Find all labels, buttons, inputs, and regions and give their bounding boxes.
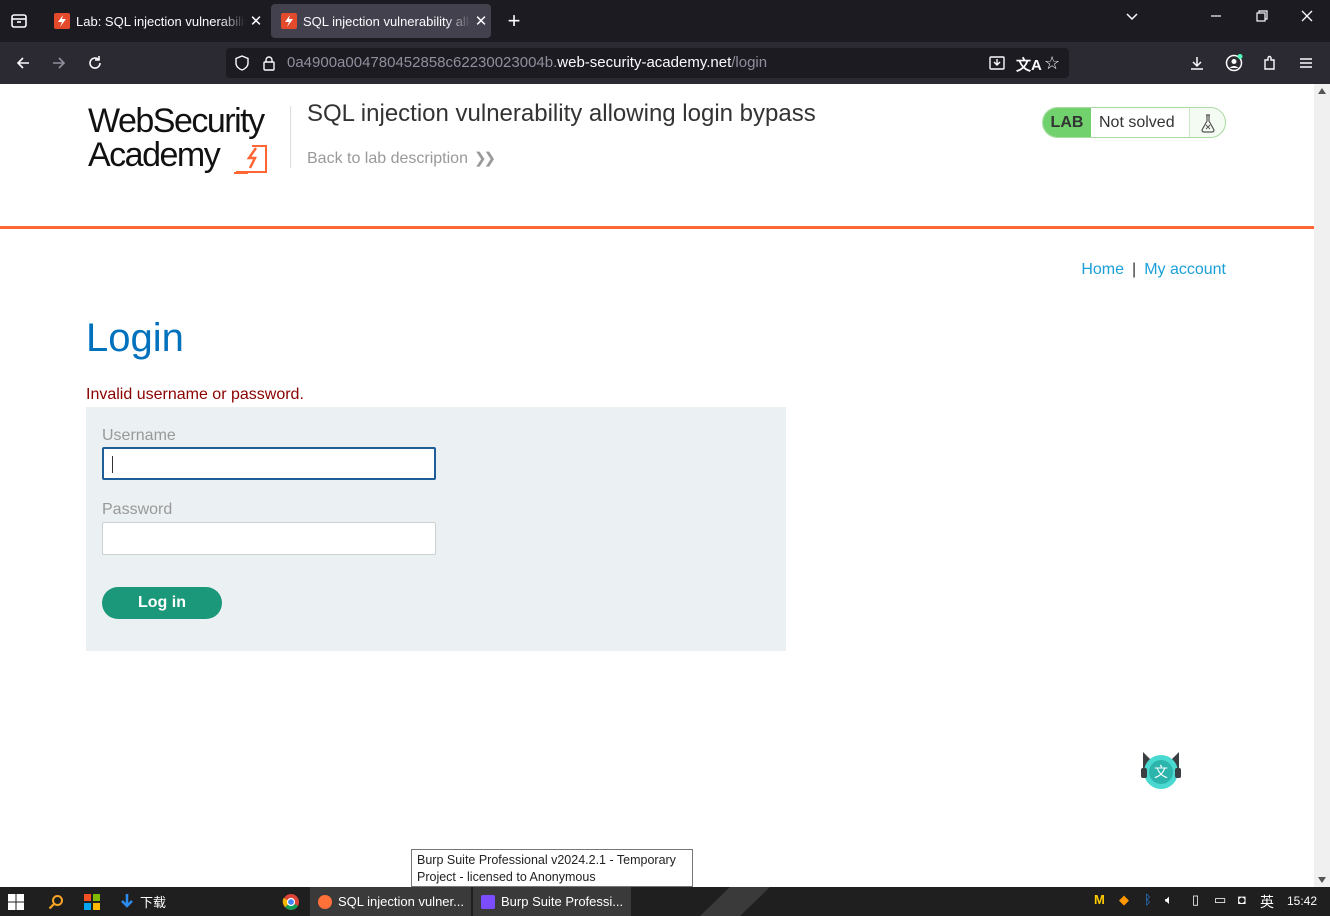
lab-favicon-icon	[281, 13, 297, 29]
new-tab-button[interactable]: +	[503, 9, 525, 33]
tray-m-icon[interactable]: M	[1094, 892, 1105, 907]
downloads-icon[interactable]	[1186, 52, 1208, 74]
password-label: Password	[102, 501, 173, 518]
forward-arrow-icon[interactable]	[48, 52, 70, 74]
taskbar-app-burp[interactable]: Burp Suite Professi...	[473, 887, 631, 916]
burp-suite-icon	[481, 894, 495, 909]
start-menu-icon[interactable]	[8, 887, 24, 916]
page-title: Login	[86, 316, 184, 360]
downloads-folder-button[interactable]: 下载	[120, 887, 166, 916]
flask-icon	[1189, 108, 1225, 137]
tooltip-line-1: Burp Suite Professional v2024.2.1 - Temp…	[417, 853, 676, 867]
translate-icon[interactable]: 文A	[1016, 54, 1042, 75]
list-all-tabs-icon[interactable]	[1120, 9, 1144, 33]
search-icon[interactable]	[48, 887, 64, 916]
username-label: Username	[102, 427, 176, 444]
header-orange-rule	[0, 226, 1314, 229]
tab-title: Lab: SQL injection vulnerability allowin…	[76, 13, 246, 29]
web-security-academy-logo[interactable]: WebSecurity Academy	[88, 104, 288, 178]
login-error-message: Invalid username or password.	[86, 386, 304, 403]
browser-tab-login[interactable]: SQL injection vulnerability allowing log…	[271, 4, 491, 38]
header-divider	[290, 106, 291, 168]
back-link-label: Back to lab description	[307, 150, 468, 167]
lab-status-widget: LAB Not solved	[1042, 107, 1226, 138]
tray-flame-icon[interactable]: ◆	[1119, 892, 1129, 908]
chrome-icon[interactable]	[282, 887, 300, 916]
login-form: Username Password Log in	[86, 407, 786, 651]
menu-icon[interactable]	[1295, 52, 1317, 74]
usb-icon[interactable]: ▯	[1192, 892, 1199, 908]
downloads-label: 下载	[140, 895, 167, 910]
tab-title: SQL injection vulnerability allowing log…	[303, 13, 471, 29]
browser-tab-lab[interactable]: Lab: SQL injection vulnerability allowin…	[44, 4, 266, 38]
close-tab-icon[interactable]: ✕	[471, 12, 491, 30]
my-account-link[interactable]: My account	[1144, 261, 1226, 278]
download-arrow-icon	[121, 893, 133, 908]
restore-window-button[interactable]	[1250, 9, 1274, 33]
username-input[interactable]	[102, 447, 436, 480]
ime-indicator[interactable]: 英	[1260, 892, 1274, 912]
clock[interactable]: 15:42	[1287, 894, 1317, 908]
lock-icon[interactable]	[262, 55, 276, 76]
lab-title: SQL injection vulnerability allowing log…	[307, 100, 816, 127]
back-to-lab-description-link[interactable]: Back to lab description ❯❯	[307, 149, 496, 168]
url-host: web-security-academy.net	[557, 54, 732, 71]
scroll-down-icon[interactable]	[1318, 877, 1326, 883]
login-button[interactable]: Log in	[102, 587, 222, 619]
page-viewport: WebSecurity Academy SQL injection vulner…	[0, 84, 1314, 887]
close-tab-icon[interactable]: ✕	[246, 12, 266, 30]
app-launcher-icon[interactable]	[84, 887, 100, 916]
taskbar-stripes	[700, 887, 770, 916]
reload-icon[interactable]	[84, 52, 106, 74]
firefox-icon	[318, 894, 332, 909]
save-page-icon[interactable]	[988, 54, 1006, 77]
svg-text:文: 文	[1154, 765, 1168, 781]
double-chevron-right-icon: ❯❯	[473, 150, 496, 167]
os-taskbar: 下载 SQL injection vulner... Burp Suite Pr…	[0, 887, 1330, 916]
taskbar-tooltip: Burp Suite Professional v2024.2.1 - Temp…	[411, 849, 693, 887]
scroll-up-icon[interactable]	[1318, 88, 1326, 94]
logo-bolt-icon	[234, 145, 267, 174]
logo-line-1: WebSecurity	[88, 102, 265, 140]
url-subdomain: 0a4900a004780452858c62230023004b.	[287, 54, 558, 71]
address-bar[interactable]: 0a4900a004780452858c62230023004b.web-sec…	[226, 48, 1069, 78]
password-input[interactable]	[102, 522, 436, 555]
url-text[interactable]: 0a4900a004780452858c62230023004b.web-sec…	[287, 54, 767, 71]
extensions-icon[interactable]	[1259, 52, 1281, 74]
translation-mascot-icon[interactable]: 文	[1137, 746, 1185, 794]
back-arrow-icon[interactable]	[12, 52, 34, 74]
close-window-button[interactable]	[1295, 9, 1319, 33]
tab-list-icon[interactable]	[8, 10, 30, 32]
shield-icon[interactable]	[234, 55, 250, 76]
volume-icon[interactable]: 🔈︎	[1165, 892, 1173, 908]
text-caret	[112, 456, 113, 473]
browser-tab-strip: Lab: SQL injection vulnerability allowin…	[0, 0, 1330, 42]
taskbar-app-label: SQL injection vulner...	[338, 894, 464, 909]
taskbar-app-label: Burp Suite Professi...	[501, 894, 624, 909]
taskbar-app-firefox[interactable]: SQL injection vulner...	[310, 887, 471, 916]
lab-badge: LAB	[1043, 108, 1091, 137]
network-icon[interactable]: ▭	[1214, 892, 1226, 908]
bookmark-star-icon[interactable]: ☆	[1044, 53, 1060, 74]
lab-status-text: Not solved	[1091, 108, 1189, 137]
url-path: /login	[731, 54, 768, 71]
minimize-window-button[interactable]	[1204, 9, 1228, 33]
bluetooth-icon[interactable]: ᛒ	[1144, 892, 1152, 907]
top-navigation: Home | My account	[1081, 261, 1226, 279]
nav-separator: |	[1132, 261, 1137, 278]
vertical-scrollbar[interactable]	[1314, 84, 1330, 887]
account-icon[interactable]	[1223, 52, 1245, 74]
display-icon[interactable]: ◘	[1238, 892, 1246, 907]
tooltip-line-2: Project - licensed to Anonymous	[417, 870, 596, 884]
lab-favicon-icon	[54, 13, 70, 29]
home-link[interactable]: Home	[1081, 261, 1124, 278]
